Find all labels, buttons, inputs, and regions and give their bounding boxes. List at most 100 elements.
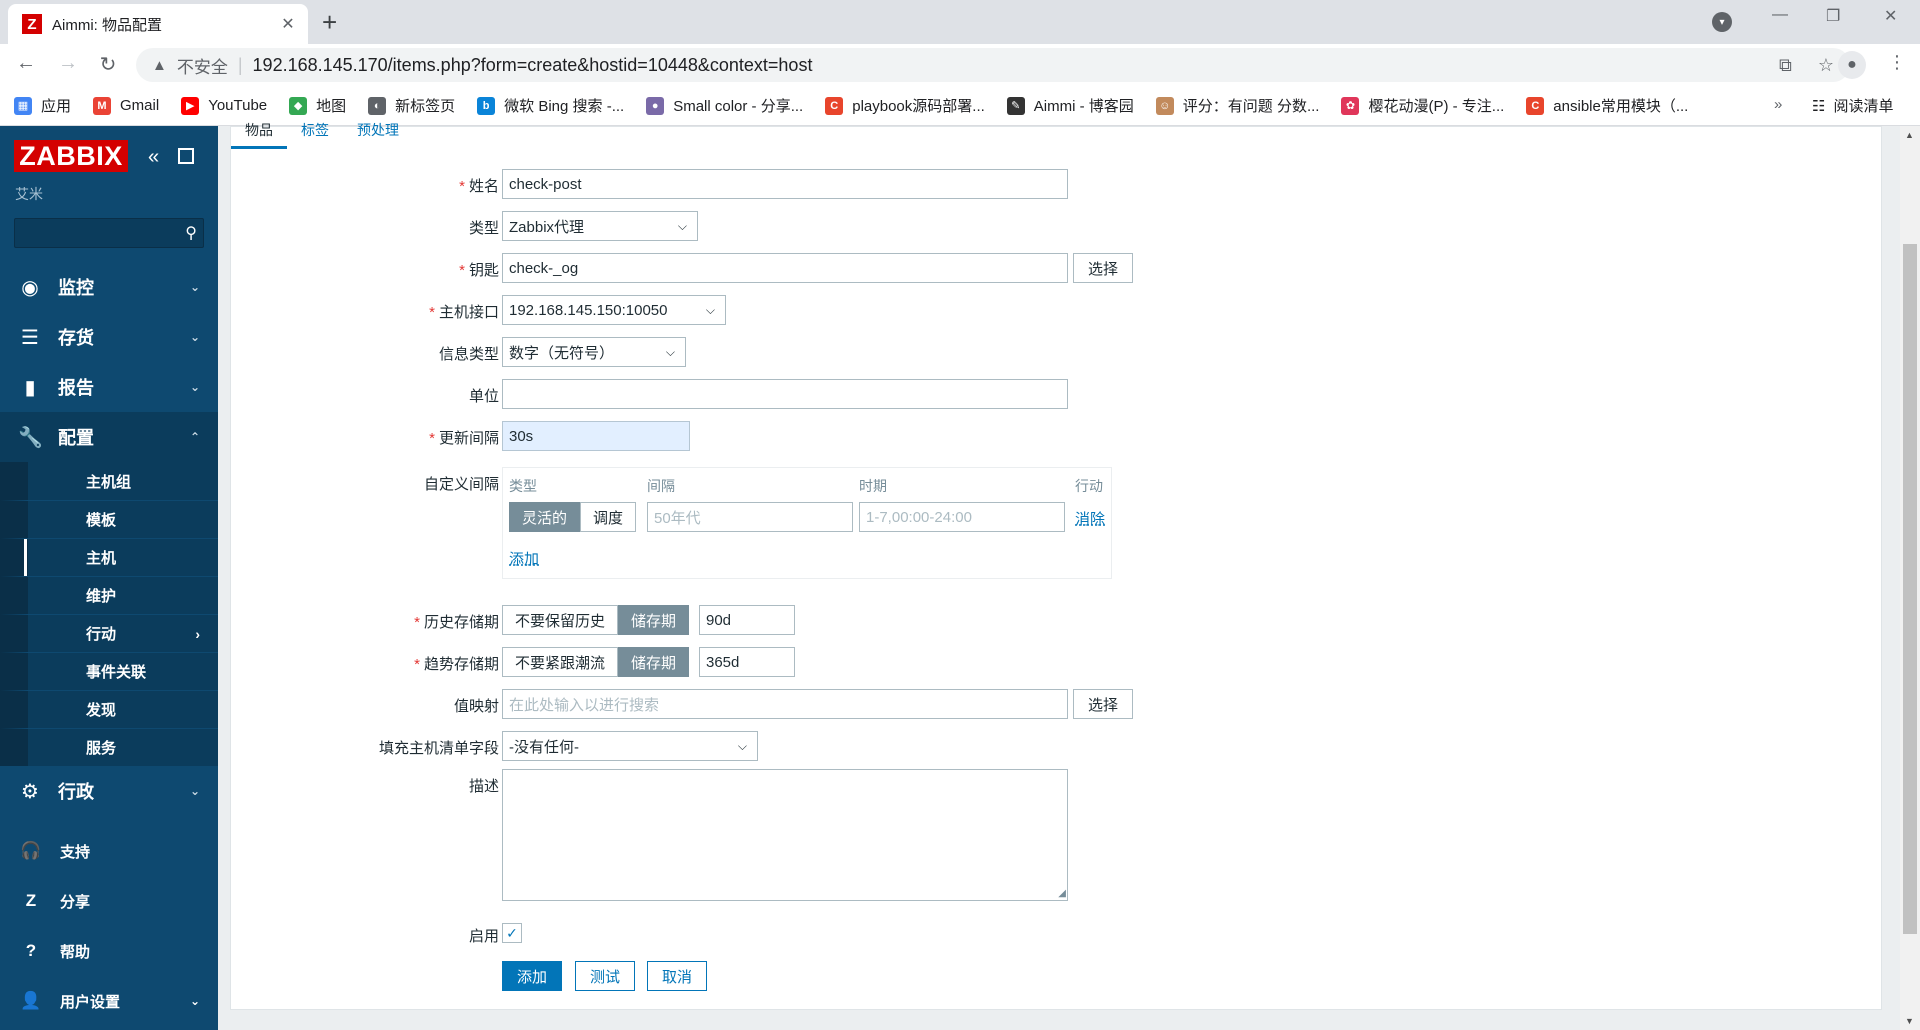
description-textarea[interactable]: ◢ [502, 769, 1068, 901]
tab-item[interactable]: 物品 [231, 119, 287, 149]
submenu-hosts[interactable]: 主机 [0, 538, 218, 577]
bookmark-favicon-icon: ● [646, 96, 665, 115]
chevron-down-icon: ⌵ [705, 302, 715, 317]
custom-header-interval: 间隔 [647, 478, 675, 494]
chevron-down-icon: ⌄ [189, 994, 200, 1008]
menu-share[interactable]: Z 分享 [0, 876, 218, 926]
menu-inventory[interactable]: ☰ 存货 ⌄ [0, 312, 218, 362]
interface-select[interactable]: 192.168.145.150:10050 ⌵ [502, 295, 726, 325]
history-input[interactable]: 90d [699, 605, 795, 635]
bookmark-item[interactable]: ✿ 樱花动漫(P) - 专注... [1341, 95, 1504, 116]
submenu-event-correlation[interactable]: 事件关联 [0, 652, 218, 690]
browser-menu-icon[interactable]: ⋮ [1888, 52, 1906, 73]
url-text[interactable]: 192.168.145.170/items.php?form=create&ho… [253, 55, 813, 76]
menu-reports[interactable]: ▮ 报告 ⌄ [0, 362, 218, 412]
cancel-button[interactable]: 取消 [647, 961, 707, 991]
scroll-down-icon[interactable]: ▼ [1905, 1016, 1914, 1026]
custom-remove-link[interactable]: 消除 [1075, 508, 1105, 529]
warning-icon[interactable]: ▲ [152, 57, 167, 74]
kiosk-mode-icon[interactable] [178, 148, 194, 164]
menu-configuration[interactable]: 🔧 配置 ⌃ [0, 412, 218, 462]
add-button[interactable]: 添加 [502, 961, 562, 991]
history-toggle: 不要保留历史 储存期 [502, 605, 690, 635]
submenu-host-groups[interactable]: 主机组 [0, 462, 218, 500]
bookmark-item[interactable]: ☺ 评分：有问题 分数... [1155, 95, 1319, 116]
browser-tab[interactable]: Z Aimmi: 物品配置 ✕ [8, 4, 308, 44]
name-input[interactable]: check-post [502, 169, 1068, 199]
bookmark-item[interactable]: ◐ 新标签页 [368, 95, 455, 116]
info-type-select[interactable]: 数字（无符号） ⌵ [502, 337, 686, 367]
back-icon[interactable]: ← [14, 52, 38, 75]
update-interval-input[interactable]: 30s [502, 421, 690, 451]
new-tab-icon[interactable]: + [322, 8, 337, 36]
scheduling-option[interactable]: 调度 [580, 502, 637, 532]
menu-label: 分享 [60, 893, 91, 911]
scrollbar-thumb[interactable] [1903, 244, 1917, 934]
restore-icon[interactable]: ❐ [1826, 6, 1840, 26]
bookmark-star-icon[interactable]: ☆ [1818, 55, 1834, 76]
tab-title: Aimmi: 物品配置 [52, 16, 162, 34]
reading-list-button[interactable]: ☷ 阅读清单 [1812, 95, 1893, 116]
server-name: 艾米 [15, 186, 43, 202]
bookmark-item[interactable]: ◆ 地图 [289, 95, 346, 116]
valuemap-select-button[interactable]: 选择 [1073, 689, 1133, 719]
menu-help[interactable]: ? 帮助 [0, 926, 218, 976]
tab-search-icon[interactable]: ▾ [1712, 12, 1732, 32]
zabbix-logo[interactable]: ZABBIX [14, 140, 128, 172]
page-scrollbar[interactable]: ▲ ▼ [1900, 126, 1920, 1030]
history-off-option[interactable]: 不要保留历史 [502, 605, 619, 635]
menu-support[interactable]: 🎧 支持 [0, 826, 218, 876]
minimize-icon[interactable]: — [1772, 6, 1788, 24]
test-button[interactable]: 测试 [575, 961, 635, 991]
address-bar[interactable]: ▲ 不安全 | 192.168.145.170/items.php?form=c… [136, 48, 1850, 82]
trends-off-option[interactable]: 不要紧跟潮流 [502, 647, 619, 677]
bookmark-item[interactable]: ▦ 应用 [14, 95, 71, 116]
bookmark-item[interactable]: Cansible常用模块（... [1526, 95, 1688, 116]
bookmark-item[interactable]: Cplaybook源码部署... [825, 95, 985, 116]
custom-interval-input[interactable]: 50年代 [647, 502, 853, 532]
inventory-select[interactable]: -没有任何- ⌵ [502, 731, 758, 761]
collapse-sidebar-icon[interactable]: « [148, 146, 159, 169]
submenu-templates[interactable]: 模板 [0, 500, 218, 538]
bookmark-item[interactable]: ● Small color - 分享... [646, 95, 803, 116]
history-storage-option[interactable]: 储存期 [618, 605, 690, 635]
help-icon: ? [25, 941, 37, 960]
scroll-up-icon[interactable]: ▲ [1905, 130, 1914, 140]
profile-avatar-icon[interactable]: ● [1838, 51, 1866, 79]
forward-icon[interactable]: → [56, 52, 80, 75]
key-select-button[interactable]: 选择 [1073, 253, 1133, 283]
resize-grip-icon[interactable]: ◢ [1058, 888, 1066, 899]
bookmark-item[interactable]: ▶ YouTube [181, 96, 267, 115]
units-input[interactable] [502, 379, 1068, 409]
bookmarks-overflow-icon[interactable]: » [1774, 96, 1782, 113]
type-select[interactable]: Zabbix代理 ⌵ [502, 211, 698, 241]
tab-tags[interactable]: 标签 [287, 119, 343, 149]
bookmark-item[interactable]: b 微软 Bing 搜索 -... [477, 95, 624, 116]
tab-preprocessing[interactable]: 预处理 [343, 119, 413, 149]
flexible-option[interactable]: 灵活的 [509, 502, 581, 532]
trends-storage-option[interactable]: 储存期 [618, 647, 690, 677]
enabled-checkbox[interactable]: ✓ [502, 923, 522, 943]
search-icon[interactable]: ⚲ [185, 223, 197, 243]
custom-header-action: 行动 [1075, 478, 1103, 494]
custom-period-input[interactable]: 1-7,00:00-24:00 [859, 502, 1065, 532]
bookmark-item[interactable]: M Gmail [93, 96, 159, 115]
key-input[interactable]: check-_og [502, 253, 1068, 283]
sidebar-search-input[interactable]: ⚲ [14, 218, 204, 248]
submenu-discovery[interactable]: 发现 [0, 690, 218, 728]
reload-icon[interactable]: ↻ [96, 52, 120, 77]
submenu-services[interactable]: 服务 [0, 728, 218, 766]
submenu-actions[interactable]: 行动 › [0, 614, 218, 652]
custom-add-link[interactable]: 添加 [509, 548, 539, 569]
eye-icon: ◉ [21, 276, 39, 299]
trends-input[interactable]: 365d [699, 647, 795, 677]
close-tab-icon[interactable]: ✕ [278, 14, 298, 34]
bookmark-item[interactable]: ✎ Aimmi - 博客园 [1006, 95, 1134, 116]
submenu-maintenance[interactable]: 维护 [0, 576, 218, 614]
menu-administration[interactable]: ⚙ 行政 ⌄ [0, 766, 218, 816]
valuemap-input[interactable]: 在此处输入以进行搜索 [502, 689, 1068, 719]
translate-icon[interactable]: ⧉ [1779, 55, 1792, 76]
menu-user-settings[interactable]: 👤 用户设置 ⌄ [0, 976, 218, 1026]
window-close-icon[interactable]: ✕ [1884, 6, 1897, 26]
menu-monitoring[interactable]: ◉ 监控 ⌄ [0, 262, 218, 312]
